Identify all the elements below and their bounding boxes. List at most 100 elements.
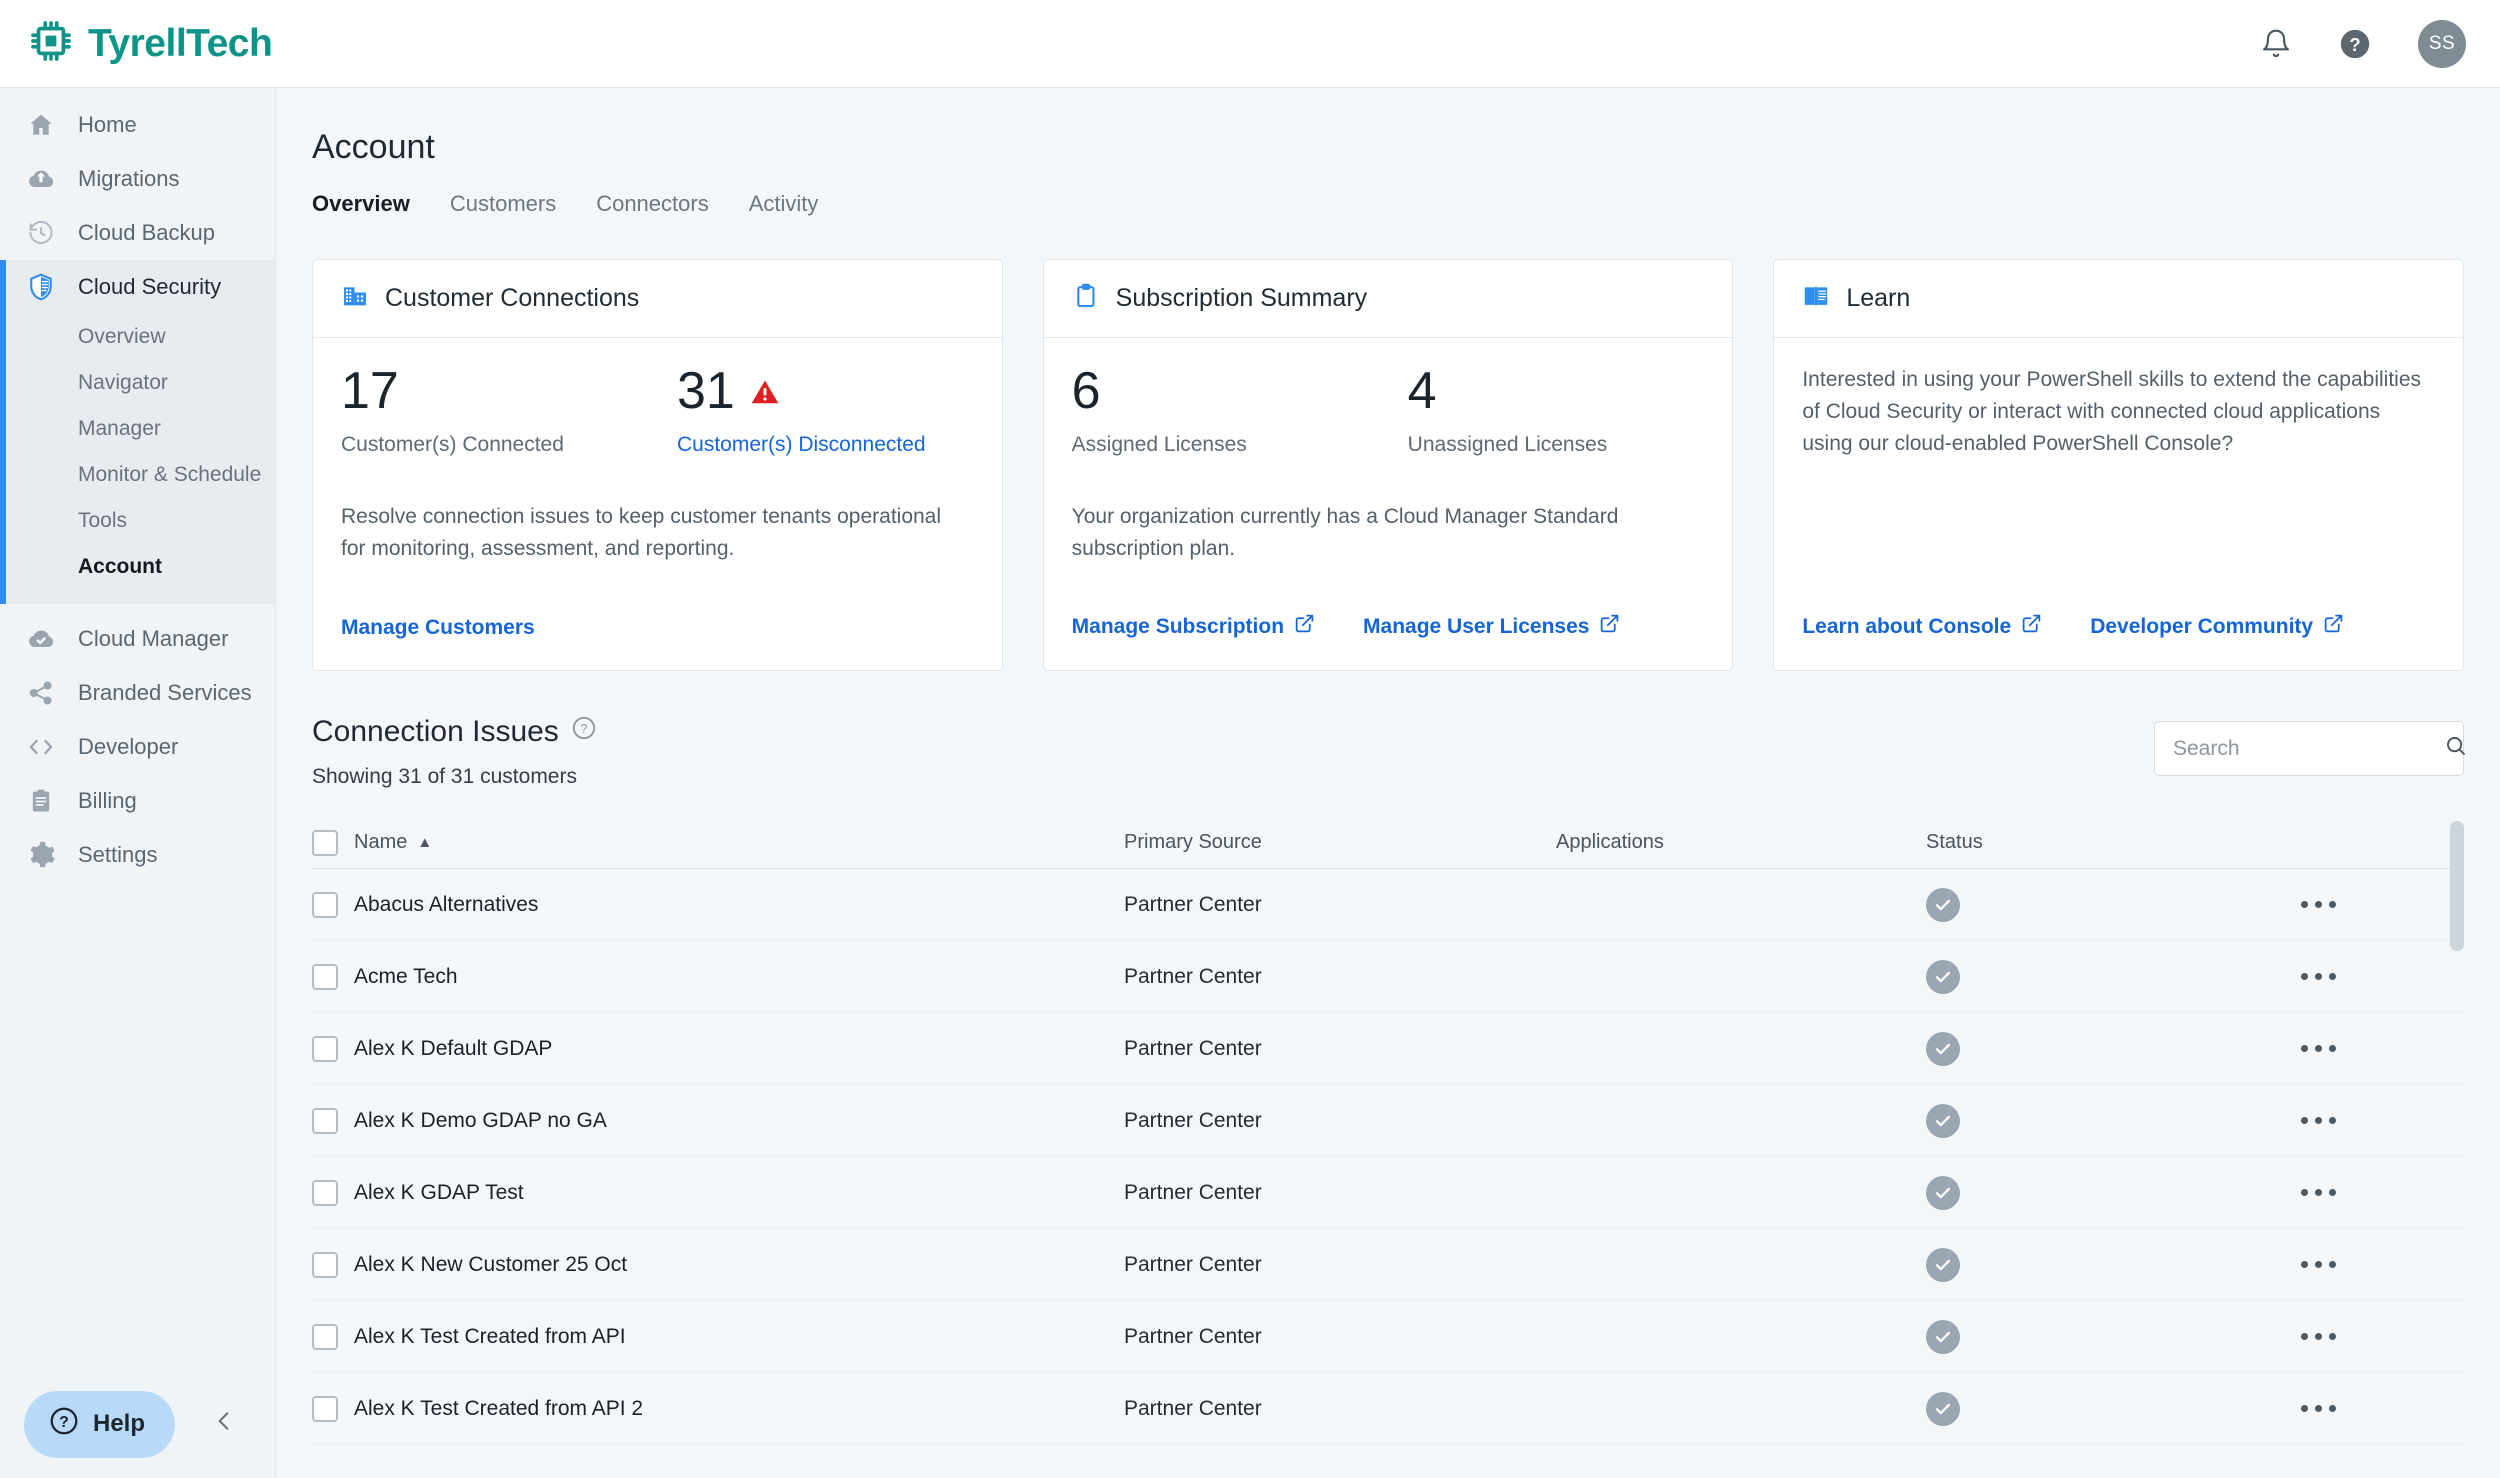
- check-circle-icon: [1926, 959, 1960, 994]
- row-checkbox[interactable]: [312, 1107, 338, 1134]
- manage-customers-link[interactable]: Manage Customers: [341, 616, 535, 640]
- help-button[interactable]: ? Help: [24, 1390, 176, 1458]
- manage-subscription-label: Manage Subscription: [1071, 614, 1285, 638]
- app-shell: Home Migrations Cloud Backup Cloud Secur…: [0, 88, 2500, 1478]
- column-header-status[interactable]: Status: [1926, 831, 2276, 854]
- ellipsis-icon[interactable]: [2301, 973, 2336, 980]
- avatar[interactable]: SS: [2418, 19, 2466, 68]
- row-checkbox[interactable]: [312, 1035, 338, 1062]
- column-header-primary-source[interactable]: Primary Source: [1124, 831, 1556, 854]
- card-customer-connections: Customer Connections 17 Customer(s) Conn…: [312, 259, 1003, 671]
- row-checkbox[interactable]: [312, 1179, 338, 1206]
- table-row[interactable]: Alex K Demo GDAP no GA Partner Center: [312, 1085, 2464, 1157]
- bell-icon[interactable]: [2260, 28, 2292, 60]
- tab-customers[interactable]: Customers: [450, 191, 556, 223]
- search-input[interactable]: [2173, 736, 2444, 761]
- cell-status: [1926, 1175, 2276, 1210]
- search-box[interactable]: [2154, 721, 2465, 776]
- tab-connectors[interactable]: Connectors: [596, 191, 709, 223]
- sidebar-item-migrations[interactable]: Migrations: [0, 152, 275, 206]
- table-row[interactable]: Alex K GDAP Test Partner Center: [312, 1157, 2464, 1229]
- tab-overview[interactable]: Overview: [312, 191, 410, 223]
- tab-activity[interactable]: Activity: [749, 191, 819, 223]
- page-header: Account Overview Customers Connectors Ac…: [276, 88, 2500, 223]
- row-checkbox[interactable]: [312, 963, 338, 990]
- customer-name: Alex K Default GDAP: [354, 1036, 553, 1060]
- check-circle-icon: [1926, 1391, 1960, 1426]
- table-row[interactable]: Alex K Test Created from API Partner Cent…: [312, 1301, 2464, 1373]
- cell-name: Alex K Demo GDAP no GA: [354, 1109, 1124, 1133]
- help-circle-icon[interactable]: ?: [2338, 27, 2372, 61]
- warning-triangle-icon: [749, 364, 781, 419]
- ellipsis-icon[interactable]: [2301, 1117, 2336, 1124]
- sidebar-item-label: Branded Services: [78, 680, 252, 705]
- table-row[interactable]: Alex K Test Created from API 2 Partner Ce…: [312, 1373, 2464, 1445]
- row-checkbox[interactable]: [312, 1323, 338, 1350]
- table-scrollbar-track[interactable]: [2450, 817, 2464, 1478]
- ellipsis-icon[interactable]: [2301, 1189, 2336, 1196]
- row-checkbox[interactable]: [312, 1395, 338, 1422]
- sidebar-item-cloud-security[interactable]: Cloud Security: [6, 260, 275, 314]
- ellipsis-icon[interactable]: [2301, 1405, 2336, 1412]
- sidebar-item-home[interactable]: Home: [0, 98, 275, 152]
- sidebar-item-branded-services[interactable]: Branded Services: [0, 666, 275, 720]
- row-select-cell: [312, 1179, 354, 1206]
- stat-label-disconnected-link[interactable]: Customer(s) Disconnected: [677, 433, 926, 457]
- cell-primary-source: Partner Center: [1124, 893, 1556, 917]
- column-header-name[interactable]: Name ▲: [354, 831, 1124, 854]
- sidebar-item-cloud-manager[interactable]: Cloud Manager: [0, 612, 275, 666]
- table-row[interactable]: Acme Tech Partner Center: [312, 941, 2464, 1013]
- row-checkbox[interactable]: [312, 1251, 338, 1278]
- card-description: Interested in using your PowerShell skil…: [1802, 368, 2422, 455]
- table-row[interactable]: Alex K New Customer 25 Oct Partner Center: [312, 1229, 2464, 1301]
- sidebar-item-cloud-backup[interactable]: Cloud Backup: [0, 206, 275, 260]
- table-row[interactable]: Abacus Alternatives Partner Center: [312, 869, 2464, 941]
- cell-primary-source: Partner Center: [1124, 965, 1556, 989]
- cell-name: Alex K New Customer 25 Oct: [354, 1253, 1124, 1277]
- row-select-cell: [312, 1395, 354, 1422]
- column-header-applications[interactable]: Applications: [1556, 831, 1926, 854]
- row-select-cell: [312, 891, 354, 918]
- table-row[interactable]: Alex K Default GDAP Partner Center: [312, 1013, 2464, 1085]
- sidebar-subitem-overview[interactable]: Overview: [6, 314, 275, 360]
- cell-actions: [2276, 1261, 2464, 1268]
- ellipsis-icon[interactable]: [2301, 901, 2336, 908]
- sidebar-subitem-navigator[interactable]: Navigator: [6, 360, 275, 406]
- sidebar-subitem-label: Navigator: [78, 371, 168, 394]
- sidebar-item-developer[interactable]: Developer: [0, 720, 275, 774]
- sidebar-item-label: Cloud Backup: [78, 220, 215, 245]
- sidebar-subitem-tools[interactable]: Tools: [6, 498, 275, 544]
- sidebar-item-settings[interactable]: Settings: [0, 828, 275, 882]
- sidebar-subitem-monitor-schedule[interactable]: Monitor & Schedule: [6, 452, 275, 498]
- check-circle-icon: [1926, 1031, 1960, 1066]
- sidebar-item-label: Cloud Manager: [78, 626, 229, 651]
- customer-name: Alex K Test Created from API 2: [354, 1396, 644, 1420]
- question-circle-icon[interactable]: ?: [571, 715, 597, 749]
- column-label: Status: [1926, 831, 1983, 853]
- select-all-checkbox[interactable]: [312, 829, 338, 856]
- cell-primary-source: Partner Center: [1124, 1253, 1556, 1277]
- table-scrollbar-thumb[interactable]: [2450, 821, 2464, 951]
- stat-value: 17: [341, 362, 399, 420]
- cell-status: [1926, 1031, 2276, 1066]
- sidebar-item-billing[interactable]: Billing: [0, 774, 275, 828]
- sidebar-subitem-account[interactable]: Account: [6, 544, 275, 590]
- developer-community-label: Developer Community: [2090, 614, 2314, 638]
- brand-logo[interactable]: TyrellTech: [28, 18, 273, 69]
- developer-community-link[interactable]: Developer Community: [2090, 613, 2344, 640]
- ellipsis-icon[interactable]: [2301, 1045, 2336, 1052]
- stat-value: 6: [1071, 362, 1101, 420]
- manage-subscription-link[interactable]: Manage Subscription: [1072, 613, 1315, 640]
- svg-text:?: ?: [2349, 34, 2360, 55]
- manage-user-licenses-link[interactable]: Manage User Licenses: [1363, 613, 1620, 640]
- connection-issues-heading-group: Connection Issues ? Showing 31 of 31 cus…: [312, 715, 2154, 789]
- search-icon[interactable]: [2444, 734, 2468, 763]
- cell-primary-source: Partner Center: [1124, 1109, 1556, 1133]
- question-circle-icon: ?: [48, 1405, 80, 1444]
- ellipsis-icon[interactable]: [2301, 1333, 2336, 1340]
- ellipsis-icon[interactable]: [2301, 1261, 2336, 1268]
- row-checkbox[interactable]: [312, 891, 338, 918]
- sidebar-subitem-manager[interactable]: Manager: [6, 406, 275, 452]
- learn-about-console-link[interactable]: Learn about Console: [1802, 613, 2042, 640]
- chevron-left-icon[interactable]: [197, 1408, 251, 1440]
